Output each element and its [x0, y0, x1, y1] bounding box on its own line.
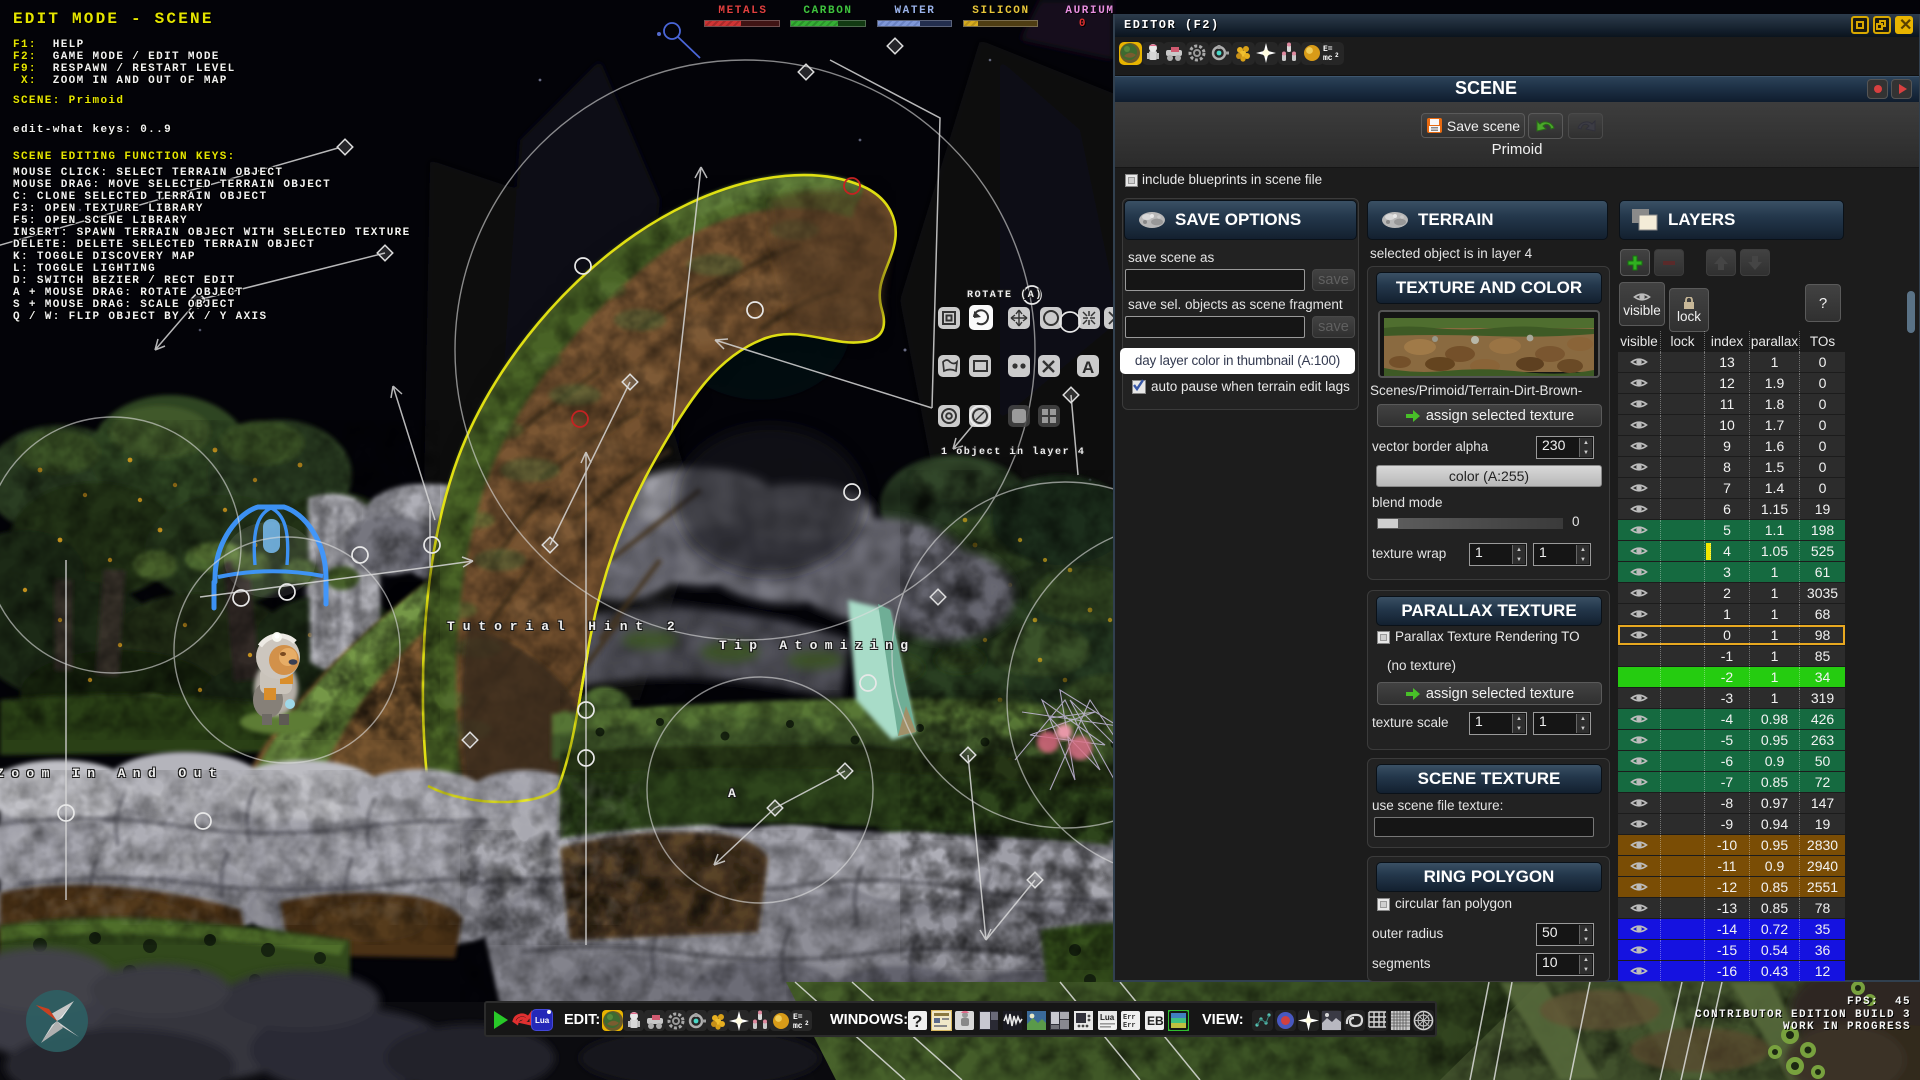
- svg-text:mc: mc: [793, 1022, 803, 1031]
- svg-text:A: A: [1082, 358, 1094, 377]
- svg-text:E=: E=: [1323, 45, 1333, 54]
- svg-text:Lua: Lua: [1100, 1013, 1115, 1022]
- svg-text:EB: EB: [1147, 1014, 1164, 1028]
- svg-text:mc: mc: [1323, 54, 1333, 63]
- svg-text:Err: Err: [1123, 1014, 1136, 1022]
- svg-text:2: 2: [805, 1020, 809, 1027]
- svg-text:2: 2: [1335, 52, 1339, 59]
- svg-text:?: ?: [912, 1012, 922, 1031]
- svg-text:Err: Err: [1123, 1022, 1136, 1030]
- svg-text:E=: E=: [793, 1013, 803, 1022]
